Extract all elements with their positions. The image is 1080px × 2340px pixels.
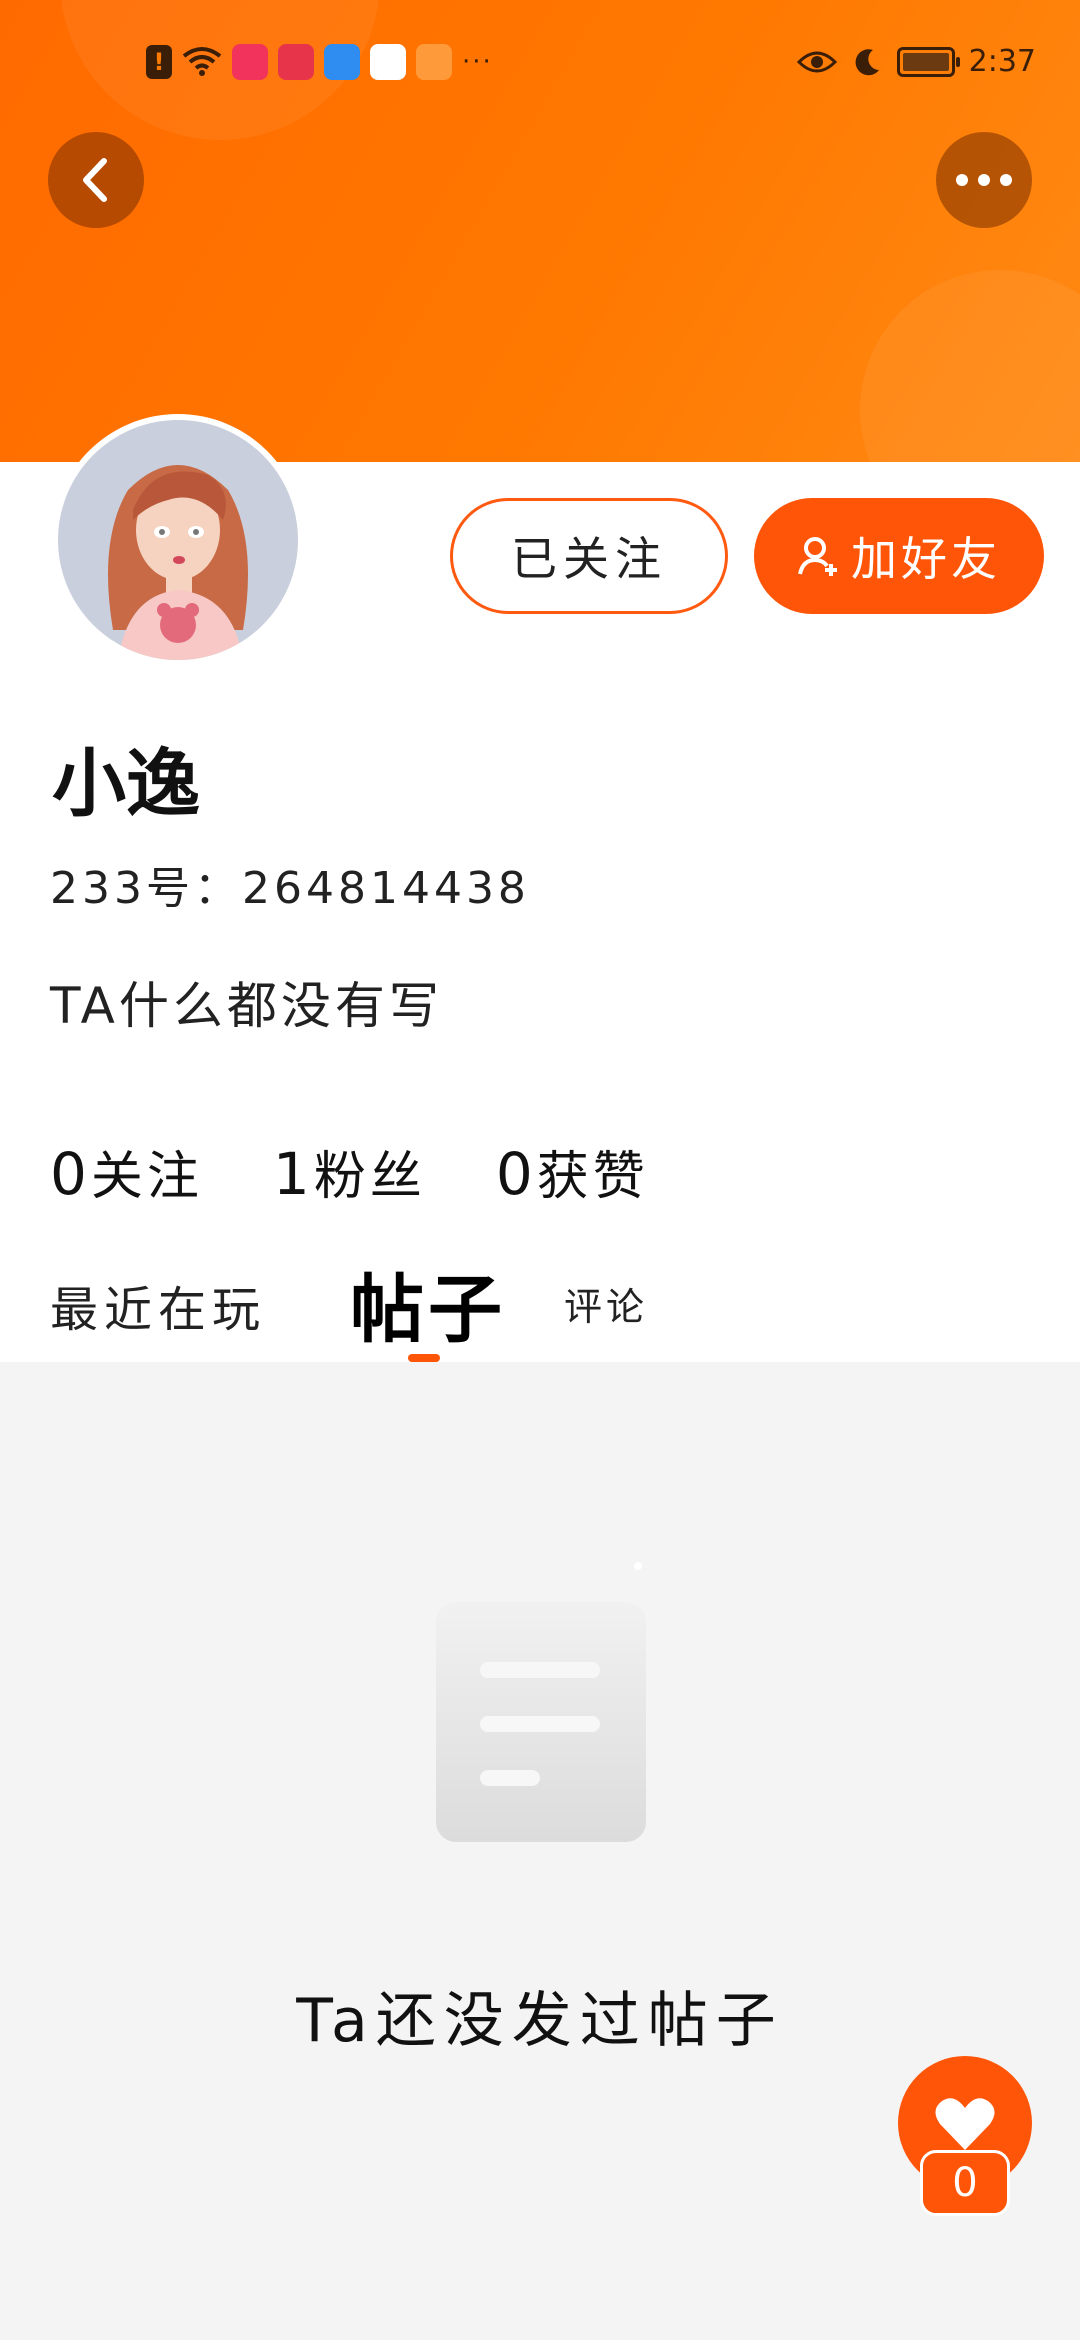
active-tab-indicator <box>408 1354 440 1362</box>
add-user-icon <box>798 537 837 576</box>
stat-likes-label: 获赞 <box>536 1147 649 1207</box>
bio: TA什么都没有写 <box>50 977 443 1035</box>
stat-likes-count: 0 <box>495 1140 533 1208</box>
more-notifications-indicator: ··· <box>462 47 493 77</box>
tab-comments[interactable]: 评论 <box>564 1276 648 1331</box>
profile-stats: 0 关注 1 粉丝 0 获赞 <box>50 1134 649 1209</box>
stat-fans-label: 粉丝 <box>313 1147 426 1207</box>
empty-document-icon <box>411 1562 660 1886</box>
user-id: 233号：264814438 <box>50 863 530 914</box>
followed-button-label: 已关注 <box>511 532 667 586</box>
eye-icon <box>796 48 837 76</box>
posts-content-area[interactable] <box>0 1362 1080 2340</box>
battery-icon <box>896 46 960 77</box>
stat-likes: 0 获赞 <box>496 1134 649 1209</box>
avatar[interactable] <box>52 414 304 666</box>
huawei-store-icon <box>278 44 314 80</box>
back-button[interactable] <box>48 132 144 228</box>
avatar-image <box>58 420 298 660</box>
stat-following[interactable]: 0 关注 <box>50 1134 203 1209</box>
alert-icon: ! <box>146 45 172 79</box>
more-dots-icon <box>956 174 1012 186</box>
profile-page: ! ··· 2:37 已关注 加好友 小逸 233号：264814438 TA什… <box>0 0 1080 2340</box>
add-friend-button[interactable]: 加好友 <box>754 498 1044 614</box>
cloud-app-icon <box>324 44 360 80</box>
profile-tabs: 最近在玩 帖子 评论 <box>50 1250 1050 1362</box>
moon-icon <box>851 46 883 78</box>
stat-following-label: 关注 <box>90 1147 203 1207</box>
heart-icon <box>935 2098 995 2150</box>
book-app-icon <box>232 44 268 80</box>
tab-recently-played[interactable]: 最近在玩 <box>50 1270 266 1340</box>
video-app-icon <box>416 44 452 80</box>
status-bar: ! ··· 2:37 <box>0 40 1080 90</box>
chevron-left-icon <box>83 158 107 202</box>
more-options-button[interactable] <box>936 132 1032 228</box>
nickname: 小逸 <box>52 741 200 827</box>
stat-fans[interactable]: 1 粉丝 <box>273 1134 426 1209</box>
clock: 2:37 <box>968 44 1036 79</box>
empty-state-message: Ta还没发过帖子 <box>296 1986 784 2056</box>
followed-button[interactable]: 已关注 <box>450 498 728 614</box>
browser-app-icon <box>370 44 406 80</box>
tab-posts[interactable]: 帖子 <box>350 1250 506 1357</box>
stat-following-count: 0 <box>50 1140 87 1208</box>
stat-fans-count: 1 <box>272 1140 310 1208</box>
add-friend-button-label: 加好友 <box>851 532 1001 586</box>
wifi-icon <box>182 46 222 78</box>
like-count-badge: 0 <box>920 2150 1010 2216</box>
